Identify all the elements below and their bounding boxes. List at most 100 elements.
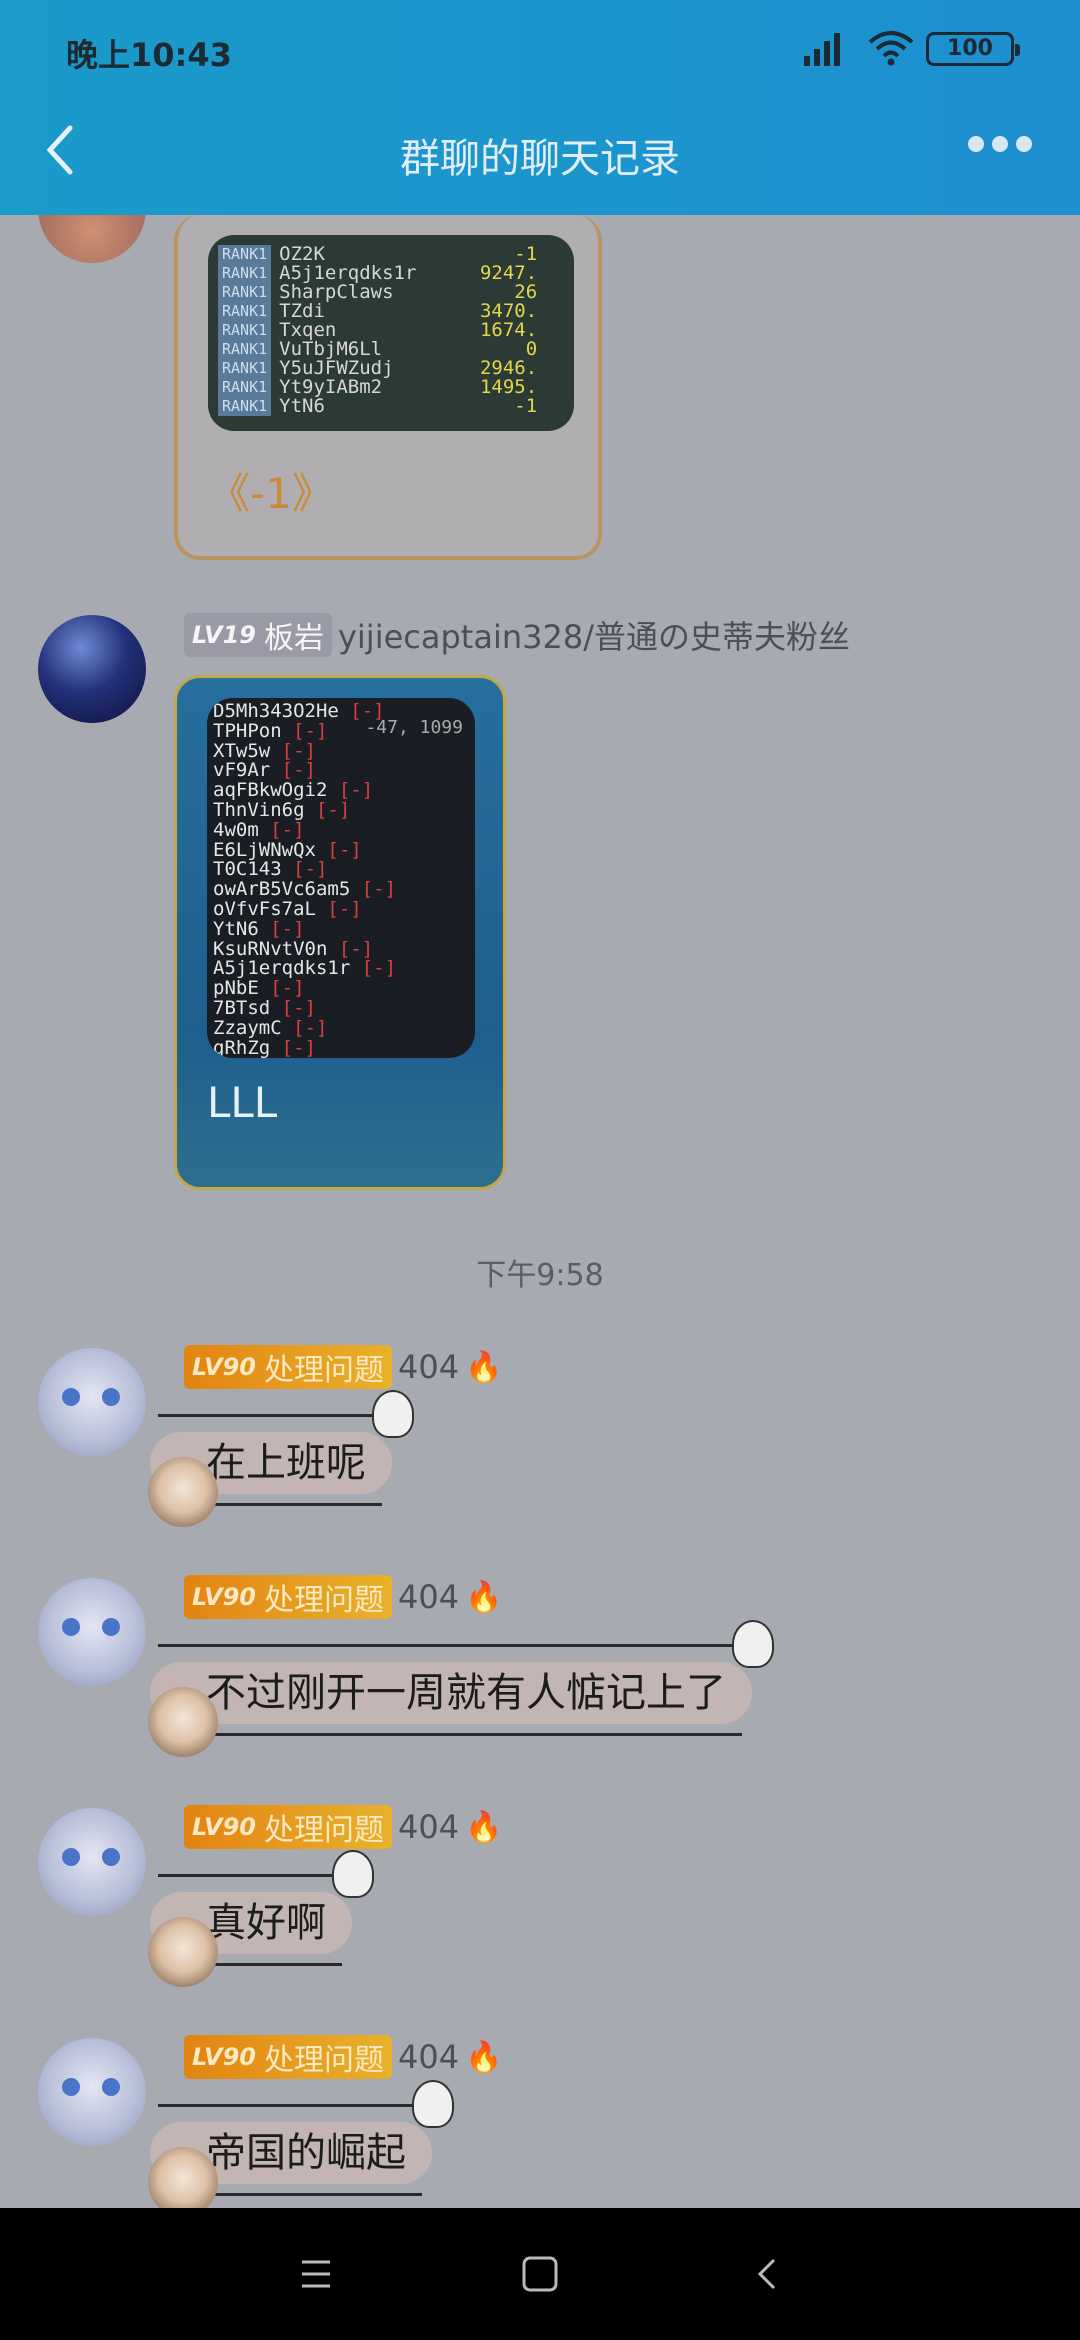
- image-message-bubble[interactable]: -47, 1099 D5Mh343O2He [-] TPHPon [-] XTw5w …: [174, 675, 506, 1190]
- player-score: -1: [514, 395, 538, 417]
- player-name: owArB5Vc6am5: [213, 878, 362, 901]
- marker: [-]: [281, 739, 316, 762]
- player-name: ThnVin6g: [213, 798, 316, 821]
- rank-tag: RANK1: [218, 302, 272, 321]
- text-message-bubble[interactable]: 不过刚开一周就有人惦记上了: [150, 1644, 766, 1736]
- player-name: pNbE: [213, 977, 271, 1000]
- marker: [-]: [338, 779, 374, 802]
- player-name: OZ2K: [279, 245, 325, 264]
- marker: [-]: [361, 878, 397, 901]
- home-square-icon[interactable]: [514, 2248, 566, 2300]
- player-name: TPHPon: [213, 719, 294, 742]
- menu-icon[interactable]: [290, 2248, 342, 2300]
- bubble-decoration-chibi: [148, 2147, 218, 2208]
- level-badge: LV19 板岩: [184, 613, 332, 657]
- scoreboard-row: RANK1 Yt9yIABm2 1495.: [218, 378, 564, 397]
- player-name: T0C143: [213, 858, 294, 881]
- marker: [-]: [281, 1036, 316, 1058]
- bubble-decoration-chibi: [148, 1917, 218, 1987]
- scoreboard-screenshot[interactable]: RANK1 OZ2K -1 RANK1 A5j1erqdks1r 9247. RANK1 Sh…: [208, 235, 574, 431]
- sender-name: 404: [397, 2038, 460, 2076]
- player-name: A5j1erqdks1r: [279, 264, 417, 283]
- level-badge: LV90 处理问题: [184, 2035, 392, 2079]
- rank-tag: RANK1: [218, 321, 272, 340]
- bubble-decoration-ghost: [732, 1620, 774, 1668]
- coordinate-overlay: -47, 1099: [365, 717, 463, 738]
- marker: [-]: [293, 1016, 328, 1039]
- marker: [-]: [281, 759, 316, 782]
- player-name: vF9Ar: [213, 759, 282, 782]
- sender-name: 404: [397, 1578, 460, 1616]
- fire-icon: 🔥: [465, 2039, 503, 2075]
- avatar[interactable]: [38, 615, 146, 723]
- player-name: VuTbjM6Ll: [279, 340, 383, 359]
- player-name: gRhZg: [213, 1036, 282, 1058]
- player-name: YtN6: [279, 397, 325, 416]
- marker: [-]: [270, 977, 305, 1000]
- player-name: YtN6: [213, 917, 271, 940]
- status-time: 晚上10:43: [66, 36, 232, 74]
- player-name: Txqen: [279, 321, 337, 340]
- avatar[interactable]: [38, 2038, 146, 2146]
- wifi-icon: [868, 31, 914, 66]
- sender-row: LV90 处理问题 404 🔥: [184, 2035, 502, 2079]
- fire-icon: 🔥: [465, 1349, 503, 1385]
- avatar[interactable]: [38, 215, 146, 263]
- bubble-decoration-ghost: [372, 1390, 414, 1438]
- marker: [-]: [270, 917, 305, 940]
- player-name: TZdi: [279, 302, 325, 321]
- marker: [-]: [327, 838, 362, 861]
- sender-name: yijiecaptain328/普通の史蒂夫粉丝: [337, 618, 850, 656]
- player-name: D5Mh343O2He: [213, 700, 351, 722]
- marker: [-]: [327, 897, 362, 920]
- timestamp: 下午9:58: [476, 1258, 604, 1293]
- avatar[interactable]: [38, 1578, 146, 1686]
- page-title: 群聊的聊天记录: [400, 136, 680, 182]
- marker: [-]: [315, 798, 351, 821]
- scoreboard-row: RANK1 A5j1erqdks1r 9247.: [218, 264, 564, 283]
- player-list-screenshot[interactable]: -47, 1099 D5Mh343O2He [-] TPHPon [-] XTw5w …: [207, 698, 475, 1058]
- player-name: 4w0m: [213, 818, 271, 841]
- fire-icon: 🔥: [465, 1579, 503, 1615]
- sender-row: LV90 处理问题 404 🔥: [184, 1575, 502, 1619]
- scoreboard-row: RANK1 YtN6 -1: [218, 397, 564, 416]
- player-name: Y5uJFWZudj: [279, 359, 394, 378]
- player-line: gRhZg [-]: [213, 1036, 469, 1058]
- back-triangle-icon[interactable]: [742, 2248, 794, 2300]
- battery-icon: 100: [926, 32, 1020, 66]
- app-header: 晚上10:43 100 群聊的聊天记录: [0, 0, 1080, 215]
- bubble-decoration-ghost: [332, 1850, 374, 1898]
- rank-tag: RANK1: [218, 245, 272, 264]
- level-badge: LV90 处理问题: [184, 1575, 392, 1619]
- marker: [-]: [338, 937, 374, 960]
- level-badge: LV90 处理问题: [184, 1345, 392, 1389]
- rank-tag: RANK1: [218, 378, 272, 397]
- scoreboard-row: RANK1 Txqen 1674.: [218, 321, 564, 340]
- rank-tag: RANK1: [218, 397, 272, 416]
- bubble-decoration-chibi: [148, 1457, 218, 1527]
- system-nav-bar: [0, 2208, 1080, 2340]
- image-caption: LLL: [207, 1078, 278, 1127]
- sender-name: 404: [397, 1348, 460, 1386]
- player-name: E6LjWNwQx: [213, 838, 328, 861]
- player-name: KsuRNvtV0n: [213, 937, 339, 960]
- image-message-bubble[interactable]: RANK1 OZ2K -1 RANK1 A5j1erqdks1r 9247. RANK1 Sh…: [174, 215, 602, 560]
- more-dots-icon[interactable]: [968, 136, 1032, 156]
- player-name: aqFBkwOgi2: [213, 779, 339, 802]
- image-caption: 《-1》: [208, 469, 334, 518]
- player-name: A5j1erqdks1r: [213, 957, 362, 980]
- rank-tag: RANK1: [218, 264, 272, 283]
- level-badge: LV90 处理问题: [184, 1805, 392, 1849]
- rank-tag: RANK1: [218, 283, 272, 302]
- avatar[interactable]: [38, 1808, 146, 1916]
- player-name: SharpClaws: [279, 283, 394, 302]
- marker: [-]: [293, 858, 328, 881]
- sender-name: 404: [397, 1808, 460, 1846]
- avatar[interactable]: [38, 1348, 146, 1456]
- fire-icon: 🔥: [465, 1809, 503, 1845]
- bubble-decoration-chibi: [148, 1687, 218, 1757]
- chat-history[interactable]: RANK1 OZ2K -1 RANK1 A5j1erqdks1r 9247. RANK1 Sh…: [0, 215, 1080, 2208]
- player-name: Yt9yIABm2: [279, 378, 383, 397]
- marker: [-]: [293, 719, 328, 742]
- player-name: oVfvFs7aL: [213, 897, 328, 920]
